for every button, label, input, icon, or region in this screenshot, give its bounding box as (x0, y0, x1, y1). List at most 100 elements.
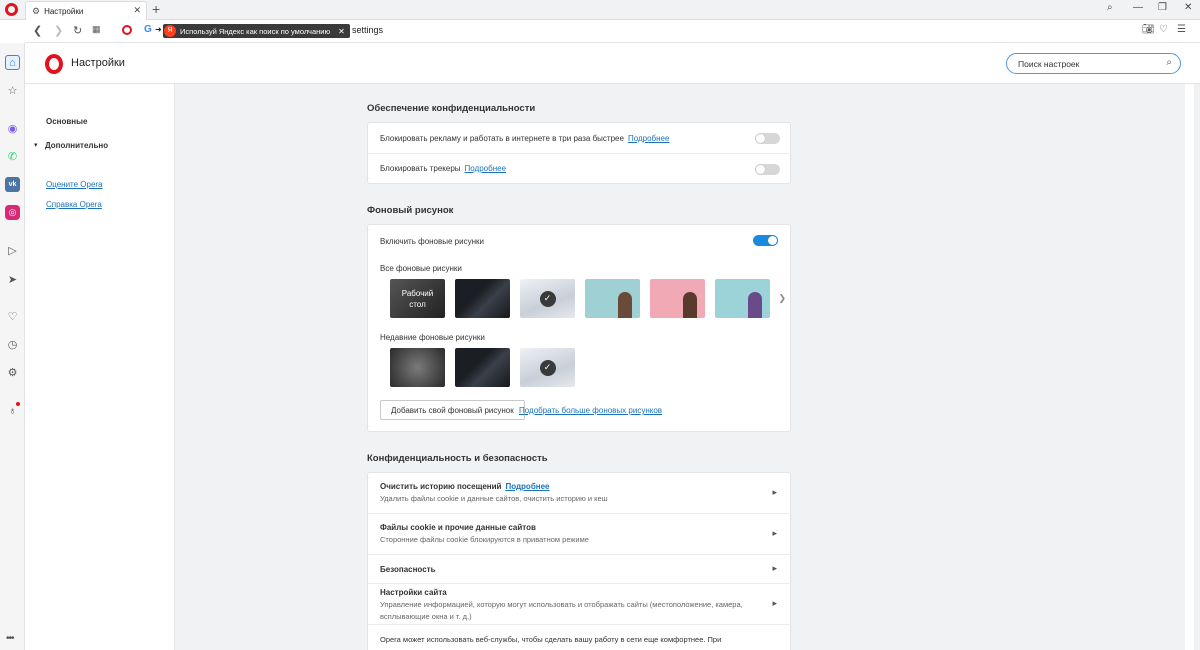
selected-check-icon: ✓ (539, 290, 556, 307)
restore-icon[interactable]: ❐ (1158, 2, 1167, 13)
lightbulb-icon[interactable]: ♁ (5, 402, 20, 418)
adblock-toggle[interactable] (755, 133, 780, 144)
wallpaper-teal-man[interactable] (585, 279, 640, 318)
all-wallpapers-label: Все фоновые рисунки (380, 264, 462, 273)
back-icon[interactable]: ❮ (33, 24, 42, 37)
wallpaper-card: Включить фоновые рисунки Все фоновые рис… (367, 224, 791, 432)
settings-content: Обеспечение конфиденциальности Блокирова… (175, 84, 1185, 650)
search-icon: ⌕ (1166, 57, 1172, 68)
web-services-row: Opera может использовать веб-службы, что… (368, 625, 792, 650)
tab-title: Настройки (44, 6, 84, 16)
tab-bar: ⚙ Настройки ✕ + ⌕ — ❐ ✕ (0, 0, 1200, 20)
clear-history-title: Очистить историю посещений Подробнее (380, 482, 550, 491)
page-title: Настройки (71, 57, 125, 69)
trackers-text: Блокировать трекеры (380, 164, 461, 173)
close-prompt-icon[interactable]: ✕ (338, 27, 345, 36)
wallpaper-dark[interactable] (455, 279, 510, 318)
clear-history-row[interactable]: Очистить историю посещений Подробнее Удал… (368, 473, 792, 514)
sidebar: ⌂ ☆ ◉ ✆ vk ◎ ▷ ➤ ♡ ◷ ⚙ ♁ ••• (0, 43, 25, 650)
chevron-right-icon: ▸ (772, 598, 777, 608)
next-wallpapers-icon[interactable]: ❯ (778, 293, 786, 304)
selected-check-icon: ✓ (539, 359, 556, 376)
heart-icon[interactable]: ♡ (1159, 24, 1168, 35)
wallpaper-pink-woman[interactable] (650, 279, 705, 318)
instagram-icon[interactable]: ◎ (5, 205, 20, 220)
section-heading-privacy-security: Конфиденциальность и безопасность (367, 453, 548, 464)
reload-icon[interactable]: ↻ (73, 24, 82, 37)
person-figure-icon (748, 292, 762, 318)
clear-history-text: Очистить историю посещений (380, 482, 502, 491)
site-settings-desc: Управление информацией, которую могут ис… (380, 600, 743, 621)
wallpapers-toggle[interactable] (753, 235, 778, 246)
wallpaper-desktop[interactable]: Рабочий стол (390, 279, 445, 318)
settings-header: Настройки Поиск настроек ⌕ (25, 43, 1200, 84)
forward-icon[interactable]: ❯ (54, 24, 63, 37)
adblock-more-link[interactable]: Подробнее (628, 134, 670, 143)
opera-logo-icon (45, 54, 63, 74)
url-field[interactable]: settings (352, 25, 383, 35)
messenger-icon[interactable]: ◉ (5, 121, 20, 136)
desktop-tile-text: Рабочий стол (402, 288, 433, 310)
chevron-right-icon: ▸ (772, 563, 777, 573)
arrow-icon: ➜ (155, 25, 162, 34)
security-row[interactable]: Безопасность ▸ (368, 555, 792, 584)
adblock-row: Блокировать рекламу и работать в интерне… (368, 123, 792, 154)
web-services-text: Opera может использовать веб-службы, что… (380, 635, 722, 644)
yandex-prompt-text: Используй Яндекс как поиск по умолчанию (180, 26, 331, 36)
tab-search-icon[interactable]: ⌕ (1107, 2, 1113, 13)
search-placeholder: Поиск настроек (1018, 58, 1080, 69)
vk-icon[interactable]: vk (5, 177, 20, 192)
recent-wallpaper-texture[interactable] (390, 348, 445, 387)
new-tab-button[interactable]: + (152, 1, 160, 17)
wallpaper-teal-woman[interactable] (715, 279, 770, 318)
cookies-title: Файлы cookie и прочие данные сайтов (380, 523, 536, 532)
yandex-default-prompt[interactable]: Я Используй Яндекс как поиск по умолчани… (163, 24, 350, 38)
tab-settings[interactable]: ⚙ Настройки ✕ (25, 1, 147, 20)
help-link[interactable]: Справка Opera (46, 200, 102, 209)
more-wallpapers-link[interactable]: Подобрать больше фоновых рисунков (519, 406, 662, 415)
opera-menu-icon[interactable] (5, 3, 18, 16)
site-settings-title: Настройки сайта (380, 588, 447, 597)
security-title: Безопасность (380, 565, 436, 574)
minimize-icon[interactable]: — (1133, 2, 1143, 13)
camera-icon[interactable]: 📷︎ (1142, 24, 1155, 35)
heart-icon[interactable]: ♡ (5, 309, 20, 324)
trackers-more-link[interactable]: Подробнее (465, 164, 507, 173)
scrollbar[interactable] (1194, 84, 1200, 650)
whatsapp-icon[interactable]: ✆ (5, 149, 20, 164)
browser-window: ⚙ Настройки ✕ + ⌕ — ❐ ✕ ❮ ❯ ↻ ▦ G ➜ Я Ис… (0, 0, 1200, 650)
address-bar: ❮ ❯ ↻ ▦ G ➜ Я Используй Яндекс как поиск… (25, 20, 1200, 43)
expand-icon[interactable]: ▾ (34, 141, 38, 149)
star-icon[interactable]: ☆ (5, 83, 20, 98)
desktop-tile-line1: Рабочий (401, 288, 434, 298)
clear-history-more-link[interactable]: Подробнее (505, 482, 549, 491)
opera-page-icon (122, 25, 132, 35)
recent-wallpaper-light-selected[interactable]: ✓ (520, 348, 575, 387)
close-window-icon[interactable]: ✕ (1184, 2, 1192, 13)
adblock-text: Блокировать рекламу и работать в интерне… (380, 134, 624, 143)
settings-search-input[interactable]: Поиск настроек ⌕ (1006, 53, 1181, 74)
recent-wallpaper-dark[interactable] (455, 348, 510, 387)
more-icon[interactable]: ••• (6, 633, 14, 644)
nav-advanced[interactable]: Дополнительно (45, 141, 108, 150)
close-tab-icon[interactable]: ✕ (133, 5, 141, 16)
cookies-row[interactable]: Файлы cookie и прочие данные сайтов Стор… (368, 514, 792, 555)
nav-basic[interactable]: Основные (46, 117, 87, 126)
section-heading-privacy-protection: Обеспечение конфиденциальности (367, 103, 536, 114)
settings-icon[interactable]: ⚙ (5, 365, 20, 380)
wallpaper-light-selected[interactable]: ✓ (520, 279, 575, 318)
privacy-protection-card: Блокировать рекламу и работать в интерне… (367, 122, 792, 185)
trackers-row: Блокировать трекеры Подробнее (368, 154, 792, 185)
notification-dot-icon (16, 402, 20, 406)
trackers-toggle[interactable] (755, 164, 780, 175)
site-settings-row[interactable]: Настройки сайта Управление информацией, … (368, 584, 792, 625)
add-wallpaper-button[interactable]: Добавить свой фоновый рисунок (380, 400, 525, 420)
speed-dial-icon[interactable]: ▦ (92, 24, 101, 35)
home-icon[interactable]: ⌂ (5, 55, 20, 70)
send-icon[interactable]: ➤ (5, 272, 20, 287)
person-figure-icon (618, 292, 632, 318)
history-icon[interactable]: ◷ (5, 337, 20, 352)
rate-opera-link[interactable]: Оцените Opera (46, 180, 103, 189)
player-icon[interactable]: ▷ (5, 243, 20, 258)
easy-setup-icon[interactable]: ☰ (1177, 24, 1186, 35)
